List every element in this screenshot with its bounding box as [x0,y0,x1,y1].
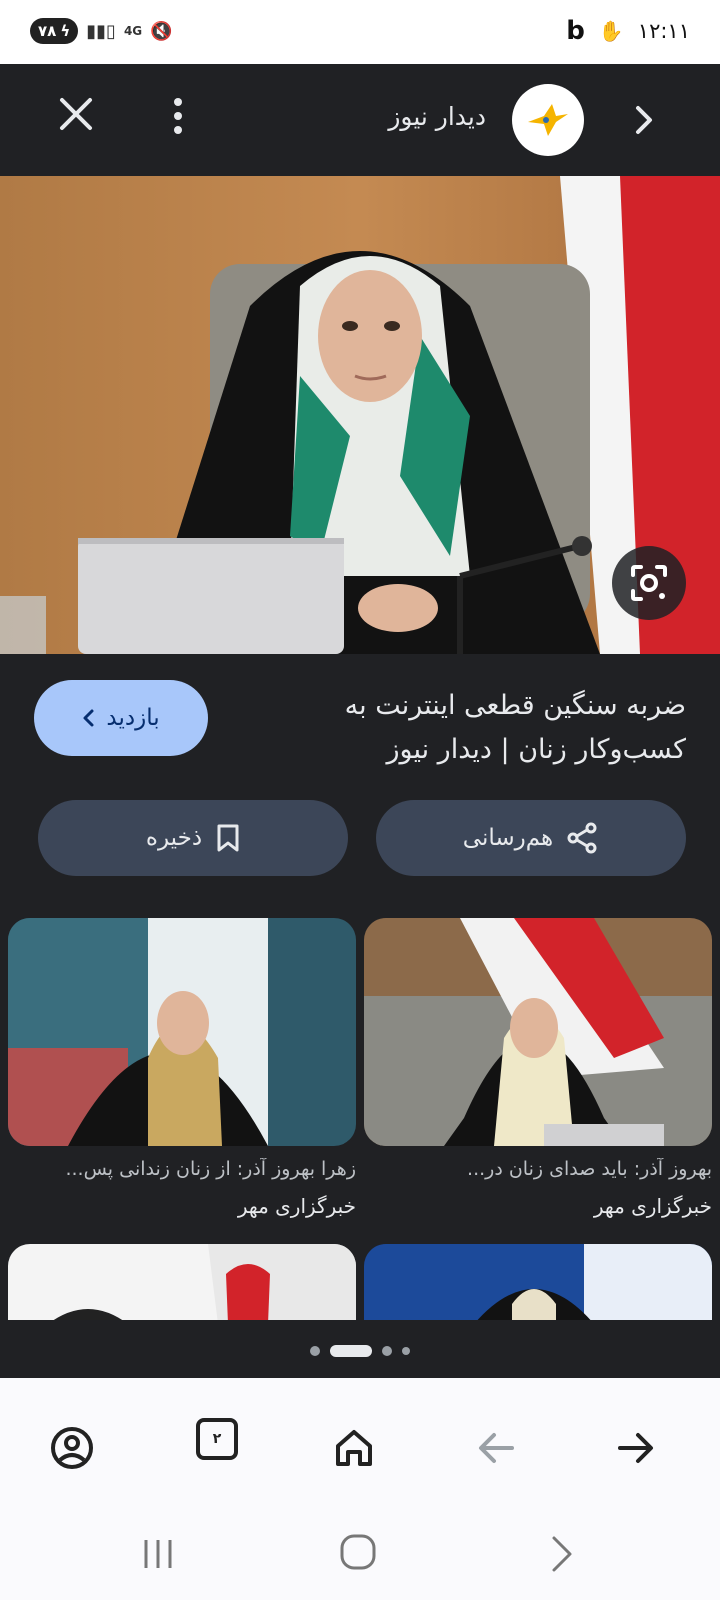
page-indicator [0,1345,720,1357]
chevron-right-icon [636,106,652,134]
back-arrow-icon [479,1433,514,1463]
related-thumbnail[interactable] [8,1244,356,1324]
page-dot [310,1346,320,1356]
mute-icon: 🔇 [150,20,173,42]
page-dot [402,1347,410,1355]
bird-logo-icon [528,104,568,136]
source-logo[interactable] [512,84,584,156]
more-options-button[interactable] [168,96,188,136]
related-source: خبرگزاری مهر [593,1194,712,1218]
share-icon [567,822,597,854]
related-caption: بهروز آذر: باید صدای زنان در... [467,1158,712,1180]
visit-label: بازدید [106,705,160,731]
status-bar: ۷۸ ϟ ▮▮▯ 4G 🔇 b ✋ ۱۲:۱۱ [0,0,720,64]
related-source: خبرگزاری مهر [237,1194,356,1218]
more-vert-icon [174,98,182,134]
related-caption: زهرا بهروز آذر: از زنان زندانی پس... [65,1158,356,1180]
lens-search-button[interactable] [612,546,686,620]
gesture-icon: ✋ [598,19,624,43]
recent-apps-icon[interactable] [138,1534,178,1574]
app-notification-icon: b [566,16,585,46]
system-nav-bar [0,1518,720,1600]
home-icon [336,1430,372,1466]
signal-icon: ▮▮▯ [86,20,116,42]
back-button[interactable] [464,1416,528,1480]
forward-button[interactable] [604,1416,668,1480]
related-card[interactable]: بهروز آذر: باید صدای زنان در... خبرگزاری… [364,918,712,1218]
share-label: هم‌رسانی [462,825,554,851]
close-icon [60,98,92,130]
home-nav-icon[interactable] [338,1532,378,1572]
account-button[interactable] [40,1416,104,1480]
next-image-button[interactable] [632,102,656,138]
share-button[interactable]: هم‌رسانی [376,800,686,876]
battery-level: ۷۸ [38,22,57,40]
forward-arrow-icon [618,1433,653,1463]
tab-switcher-button[interactable]: ۲ [196,1418,238,1460]
account-icon [51,1427,93,1469]
visit-button[interactable]: بازدید [34,680,208,756]
clock: ۱۲:۱۱ [637,19,690,43]
related-thumbnail[interactable] [364,1244,712,1324]
related-card[interactable]: زهرا بهروز آذر: از زنان زندانی پس... خبر… [8,918,356,1218]
lens-icon [631,565,667,601]
related-thumbnail[interactable] [8,918,356,1146]
chevron-left-icon [83,709,94,727]
viewer-top-bar: دیدار نیوز [0,64,720,176]
close-button[interactable] [56,94,96,134]
bookmark-icon [217,824,239,852]
page-dot-active [330,1345,372,1357]
page-dot [382,1346,392,1356]
image-headline[interactable]: ضربه سنگین قطعی اینترنت به کسب‌وکار زنان… [316,684,686,772]
related-thumbnail[interactable] [364,918,712,1146]
battery-indicator: ۷۸ ϟ [30,18,79,44]
back-nav-icon[interactable] [548,1534,576,1574]
save-label: ذخیره [145,825,203,851]
save-button[interactable]: ذخیره [38,800,348,876]
charging-icon: ϟ [60,22,71,40]
source-title[interactable]: دیدار نیوز [388,102,486,131]
browser-toolbar [0,1378,720,1518]
network-type: 4G [123,24,143,38]
home-button[interactable] [322,1416,386,1480]
